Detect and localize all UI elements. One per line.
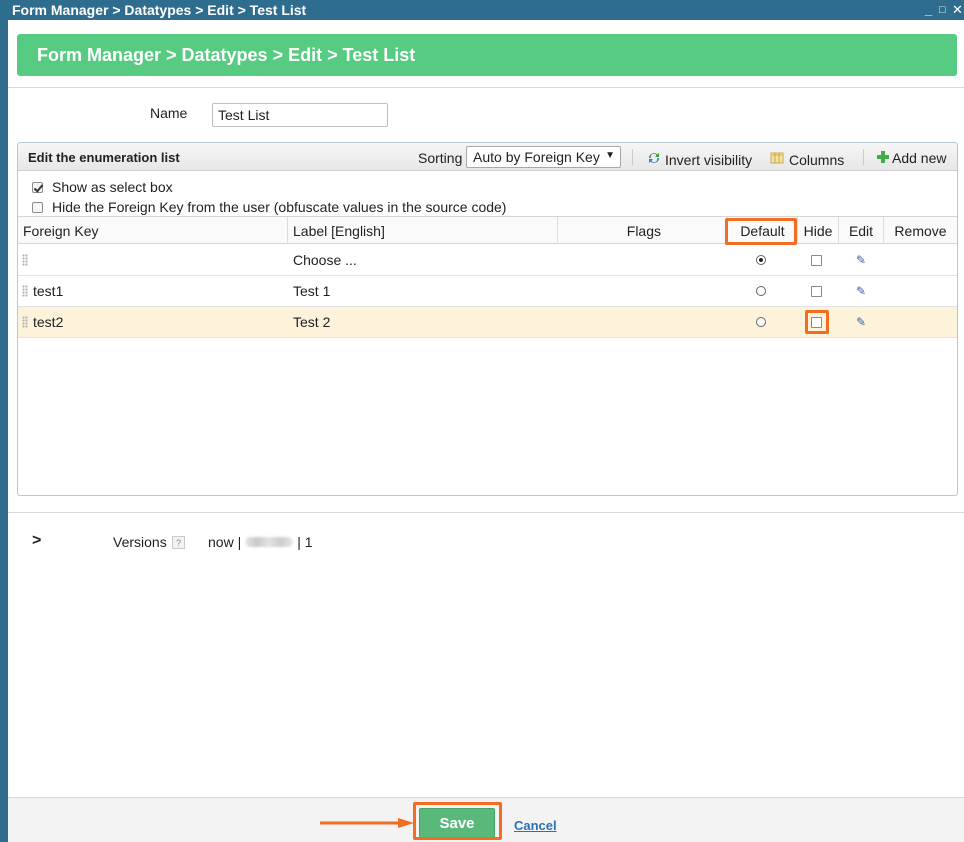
close-icon[interactable]: ✕	[952, 2, 963, 18]
label-cell: Test 1	[293, 283, 331, 299]
show-as-select-label: Show as select box	[52, 179, 173, 195]
versions-count: | 1	[297, 534, 313, 550]
footer-bar: Save Cancel	[8, 797, 964, 842]
window-title: Form Manager > Datatypes > Edit > Test L…	[12, 2, 307, 18]
blurred-username	[245, 537, 294, 547]
radio-icon	[756, 317, 766, 327]
column-header-flags[interactable]: Flags	[558, 217, 728, 244]
column-header-label-english[interactable]: Label [English]	[288, 217, 558, 244]
show-as-select-option[interactable]: Show as select box	[32, 179, 173, 195]
drag-handle-icon[interactable]	[22, 285, 28, 297]
arrow-right-icon	[320, 818, 414, 828]
sorting-label: Sorting	[418, 150, 463, 166]
pencil-icon[interactable]: ✎	[856, 276, 866, 306]
default-radio[interactable]	[756, 276, 766, 306]
minimize-icon[interactable]: _	[925, 2, 932, 17]
name-label: Name	[150, 105, 188, 121]
columns-label: Columns	[789, 151, 845, 168]
add-new-button[interactable]: Add new	[877, 150, 946, 166]
column-header-default[interactable]: Default	[728, 217, 798, 244]
column-header-label: Remove	[894, 222, 947, 239]
hide-checkbox[interactable]	[811, 245, 822, 275]
name-input[interactable]	[212, 103, 388, 127]
column-header-edit[interactable]: Edit	[839, 217, 884, 244]
toolbar-separator	[632, 149, 633, 165]
radio-icon	[756, 286, 766, 296]
panel-toolbar: Edit the enumeration list Sorting Auto b…	[18, 143, 957, 171]
drag-handle-icon[interactable]	[22, 254, 28, 266]
foreign-key-cell: test2	[33, 314, 64, 330]
help-icon[interactable]: ?	[172, 536, 185, 549]
column-header-label: Flags	[626, 222, 661, 239]
panel-title: Edit the enumeration list	[28, 150, 180, 165]
show-as-select-checkbox[interactable]	[32, 181, 43, 193]
versions-now: now |	[208, 534, 242, 550]
table-row[interactable]: Choose ... ✎	[18, 245, 957, 276]
default-radio[interactable]	[756, 307, 766, 337]
versions-label: Versions	[113, 534, 167, 550]
drag-handle-icon[interactable]	[22, 316, 28, 328]
column-header-label: Edit	[848, 222, 874, 239]
hide-foreign-key-label: Hide the Foreign Key from the user (obfu…	[52, 199, 507, 215]
divider	[8, 87, 964, 88]
window-left-border	[0, 0, 8, 842]
save-button[interactable]: Save	[419, 808, 495, 838]
table-row[interactable]: test1 Test 1 ✎	[18, 276, 957, 307]
hide-foreign-key-checkbox[interactable]	[32, 201, 43, 213]
label-cell: Test 2	[293, 314, 331, 330]
invert-visibility-button[interactable]: Invert visibility	[646, 150, 752, 169]
table-header: Foreign Key Label [English] Flags Defaul…	[18, 216, 957, 244]
maximize-icon[interactable]: □	[939, 4, 946, 16]
add-new-label: Add new	[892, 150, 947, 166]
window-titlebar[interactable]: Form Manager > Datatypes > Edit > Test L…	[0, 0, 964, 20]
page-header: Form Manager > Datatypes > Edit > Test L…	[17, 34, 957, 76]
enumeration-panel: Edit the enumeration list Sorting Auto b…	[17, 142, 958, 496]
column-header-hide[interactable]: Hide	[798, 217, 839, 244]
chevron-right-icon[interactable]: >	[32, 532, 41, 550]
table-row[interactable]: test2 Test 2 ✎	[18, 307, 957, 338]
hide-checkbox[interactable]	[811, 307, 822, 337]
chevron-down-icon: ▼	[605, 150, 615, 161]
foreign-key-cell: test1	[33, 283, 64, 299]
plus-icon	[877, 150, 889, 166]
default-radio[interactable]	[756, 245, 766, 275]
column-header-remove[interactable]: Remove	[884, 217, 957, 244]
checkbox-icon	[811, 254, 822, 266]
dialog-window: Form Manager > Datatypes > Edit > Test L…	[8, 20, 964, 842]
sorting-value: Auto by Foreign Key	[473, 149, 600, 165]
columns-button[interactable]: Columns	[770, 150, 844, 169]
versions-info: now | | 1	[208, 534, 313, 550]
columns-icon	[770, 150, 786, 169]
invert-visibility-label: Invert visibility	[665, 151, 753, 168]
radio-selected-icon	[756, 255, 766, 265]
column-header-label: Label [English]	[293, 222, 385, 239]
checkbox-icon	[811, 316, 822, 328]
column-header-label: Default	[740, 222, 785, 239]
hide-foreign-key-option[interactable]: Hide the Foreign Key from the user (obfu…	[32, 199, 506, 215]
checkbox-icon	[811, 285, 822, 297]
sorting-select[interactable]: Auto by Foreign Key ▼	[466, 146, 621, 168]
column-header-foreign-key[interactable]: Foreign Key	[18, 217, 288, 244]
refresh-icon	[646, 150, 662, 169]
divider	[8, 512, 964, 513]
toolbar-separator	[863, 149, 864, 165]
column-header-label: Hide	[803, 222, 833, 239]
label-cell: Choose ...	[293, 252, 357, 268]
pencil-icon[interactable]: ✎	[856, 307, 866, 337]
hide-checkbox[interactable]	[811, 276, 822, 306]
cancel-link[interactable]: Cancel	[514, 818, 557, 833]
column-header-label: Foreign Key	[23, 222, 99, 239]
pencil-icon[interactable]: ✎	[856, 245, 866, 275]
page-title: Form Manager > Datatypes > Edit > Test L…	[37, 44, 416, 65]
